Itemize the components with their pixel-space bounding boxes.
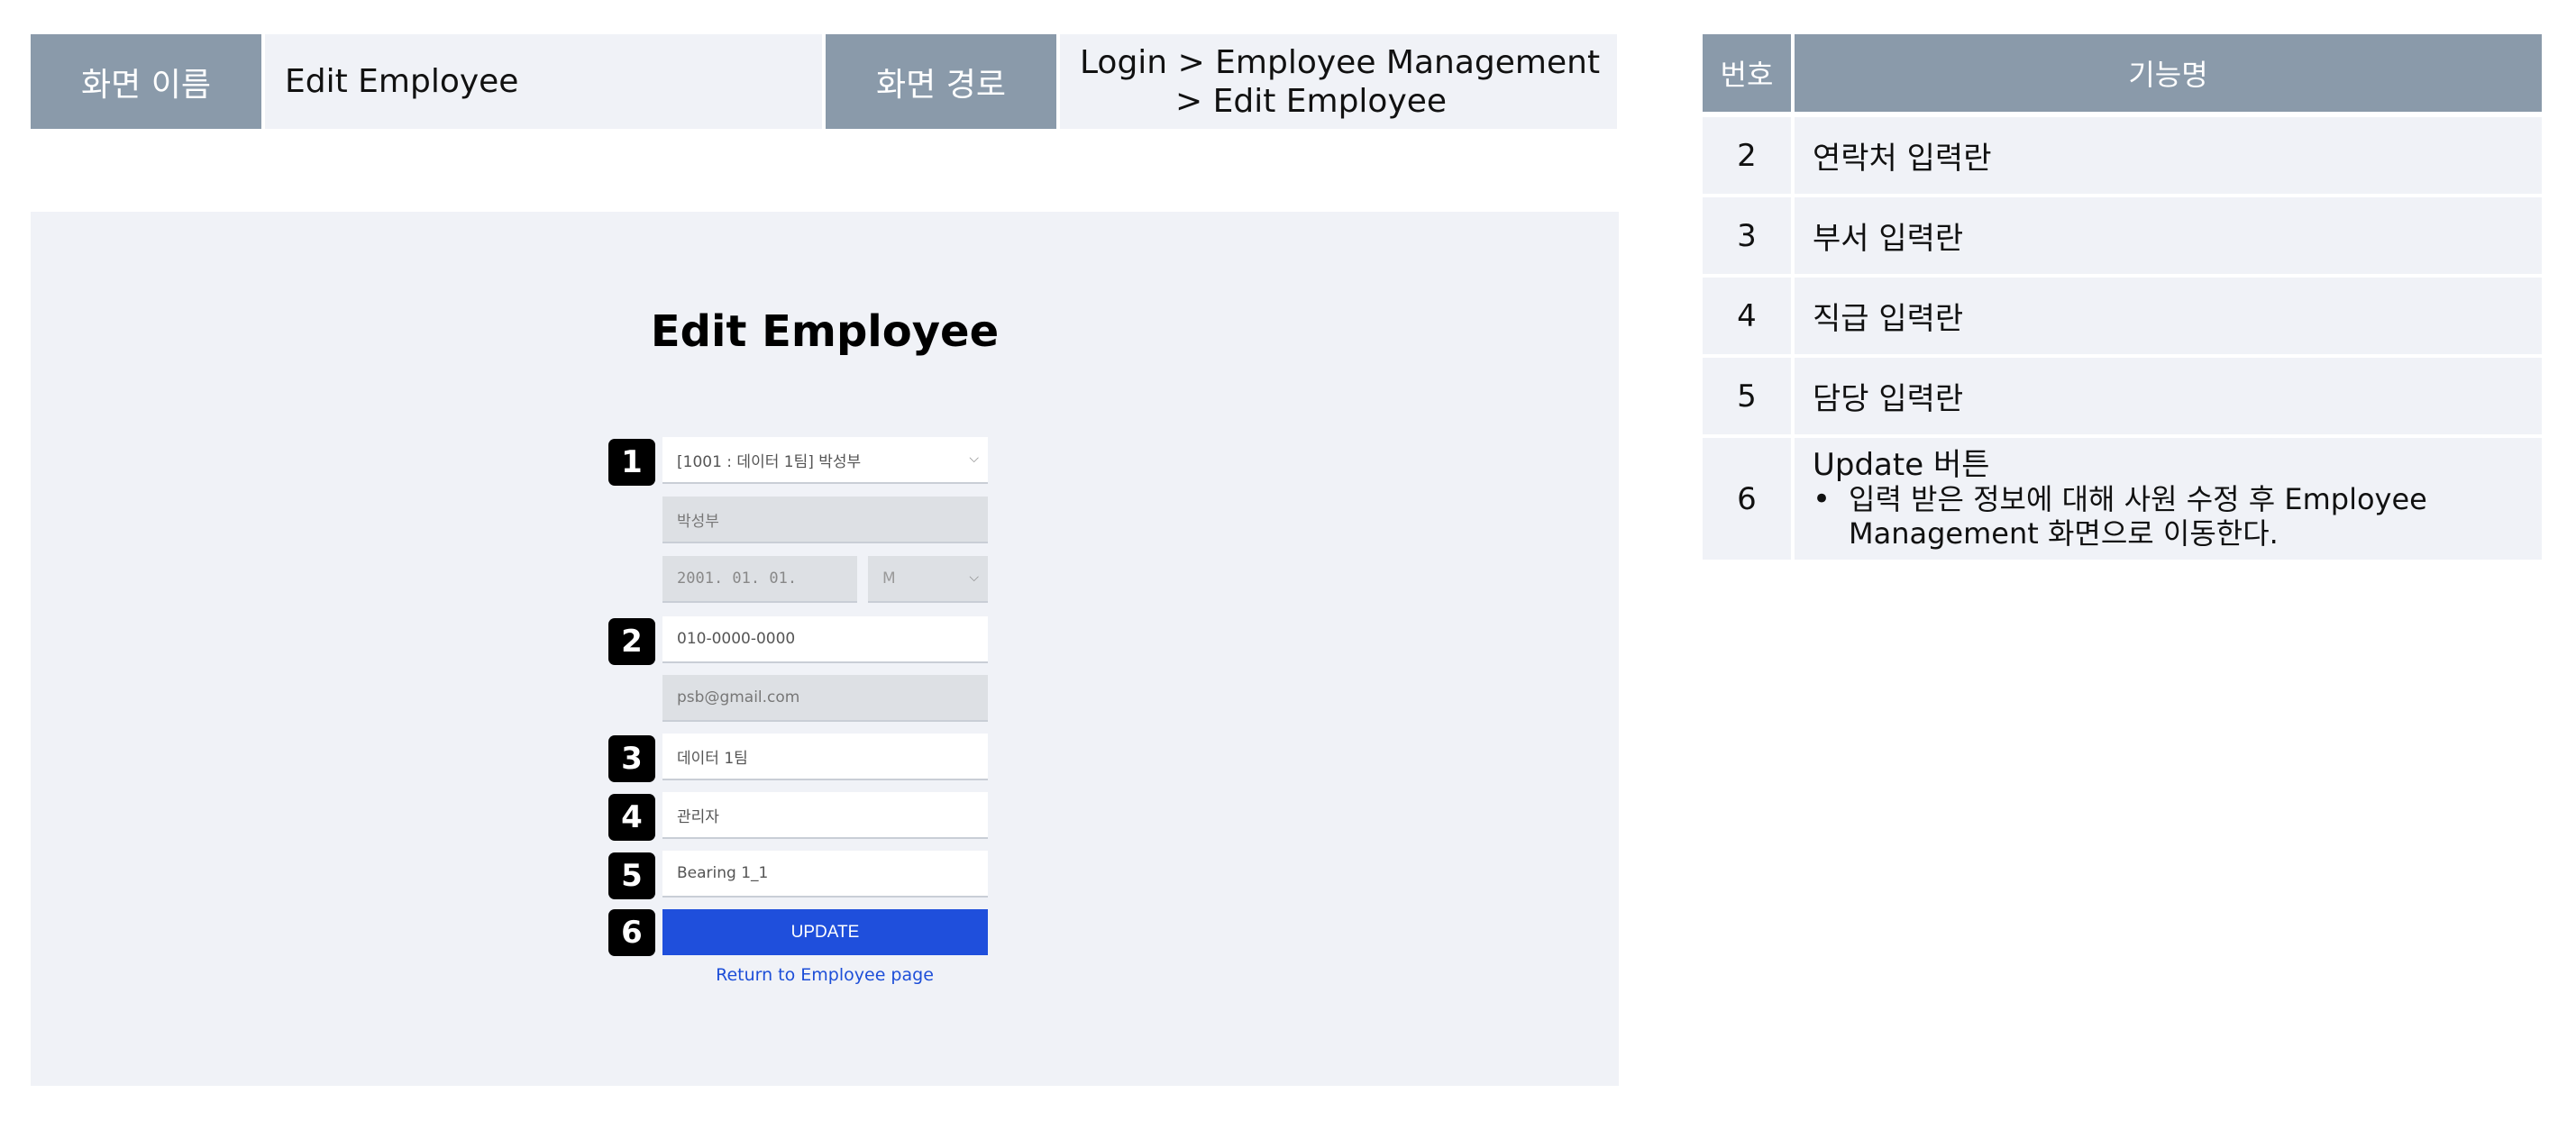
position-value: 관리자 xyxy=(677,807,719,826)
return-link-text[interactable]: Return to Employee page xyxy=(716,965,934,985)
employee-select-value: [1001 : 데이터 1팀] 박성부 xyxy=(677,452,862,471)
screen-path-value: Login > Employee Management > Edit Emplo… xyxy=(1060,34,1617,129)
position-field[interactable]: 관리자 xyxy=(662,792,988,839)
screen-name-label: 화면 이름 xyxy=(31,34,261,129)
table-row: 2 연락처 입력란 xyxy=(1703,117,2542,194)
number-badge-2: 2 xyxy=(608,618,655,665)
column-header-function: 기능명 xyxy=(1795,34,2542,112)
screen-path-line1: Login > Employee Management xyxy=(1080,43,1601,81)
table-row: 3 부서 입력란 xyxy=(1703,197,2542,274)
gender-select[interactable]: M ⌵ xyxy=(868,556,988,603)
employee-select[interactable]: [1001 : 데이터 1팀] 박성부 ⌵ xyxy=(662,437,988,484)
number-badge-4: 4 xyxy=(608,794,655,841)
assignment-field[interactable]: Bearing 1_1 xyxy=(662,851,988,898)
row-number: 5 xyxy=(1703,358,1791,434)
department-field[interactable]: 데이터 1팀 xyxy=(662,734,988,780)
name-field[interactable]: 박성부 xyxy=(662,497,988,543)
row-function-cell: Update 버튼 • 입력 받은 정보에 대해 사원 수정 후 Employe… xyxy=(1795,438,2542,560)
row-function-name: 부서 입력란 xyxy=(1795,197,2542,274)
table-header: 번호 기능명 xyxy=(1703,34,2542,112)
email-value: psb@gmail.com xyxy=(677,688,800,706)
row-function-name: Update 버튼 xyxy=(1813,446,1990,483)
email-field[interactable]: psb@gmail.com xyxy=(662,675,988,722)
phone-value: 010-0000-0000 xyxy=(677,630,796,648)
screen-path-label: 화면 경로 xyxy=(826,34,1056,129)
screen-mockup: Edit Employee 1 [1001 : 데이터 1팀] 박성부 ⌵ 박성… xyxy=(31,212,1619,1086)
department-value: 데이터 1팀 xyxy=(677,749,748,768)
column-header-number: 번호 xyxy=(1703,34,1791,112)
row-number: 3 xyxy=(1703,197,1791,274)
row-function-name: 직급 입력란 xyxy=(1795,278,2542,354)
function-table: 번호 기능명 2 연락처 입력란 3 부서 입력란 4 직급 입력란 5 담당 … xyxy=(1703,34,2542,560)
row-number: 6 xyxy=(1703,438,1791,560)
phone-field[interactable]: 010-0000-0000 xyxy=(662,616,988,663)
number-badge-1: 1 xyxy=(608,439,655,486)
update-button[interactable]: UPDATE xyxy=(662,909,988,955)
row-function-name: 연락처 입력란 xyxy=(1795,117,2542,194)
chevron-down-icon: ⌵ xyxy=(969,451,979,467)
table-row: 5 담당 입력란 xyxy=(1703,358,2542,434)
table-row: 4 직급 입력란 xyxy=(1703,278,2542,354)
page-title: Edit Employee xyxy=(650,306,1000,357)
number-badge-3: 3 xyxy=(608,735,655,782)
return-to-employee-link: Return to Employee page xyxy=(31,965,1619,985)
number-badge-5: 5 xyxy=(608,852,655,899)
row-description-text: 입력 받은 정보에 대해 사원 수정 후 Employee Management… xyxy=(1849,481,2427,551)
screen-name-value: Edit Employee xyxy=(265,34,822,129)
bullet-point: • xyxy=(1813,480,1832,517)
birth-date-value: 2001. 01. 01. xyxy=(677,570,798,588)
screen-path-line2: > Edit Employee xyxy=(1175,82,1448,120)
birth-date-field[interactable]: 2001. 01. 01. xyxy=(662,556,857,603)
chevron-down-icon: ⌵ xyxy=(969,570,979,586)
row-description: • 입력 받은 정보에 대해 사원 수정 후 Employee Manageme… xyxy=(1813,482,2542,551)
row-number: 2 xyxy=(1703,117,1791,194)
assignment-value: Bearing 1_1 xyxy=(677,864,769,882)
gender-value: M xyxy=(882,570,896,588)
row-function-name: 담당 입력란 xyxy=(1795,358,2542,434)
table-row: 6 Update 버튼 • 입력 받은 정보에 대해 사원 수정 후 Emplo… xyxy=(1703,438,2542,560)
row-number: 4 xyxy=(1703,278,1791,354)
number-badge-6: 6 xyxy=(608,909,655,956)
name-value: 박성부 xyxy=(677,512,719,531)
